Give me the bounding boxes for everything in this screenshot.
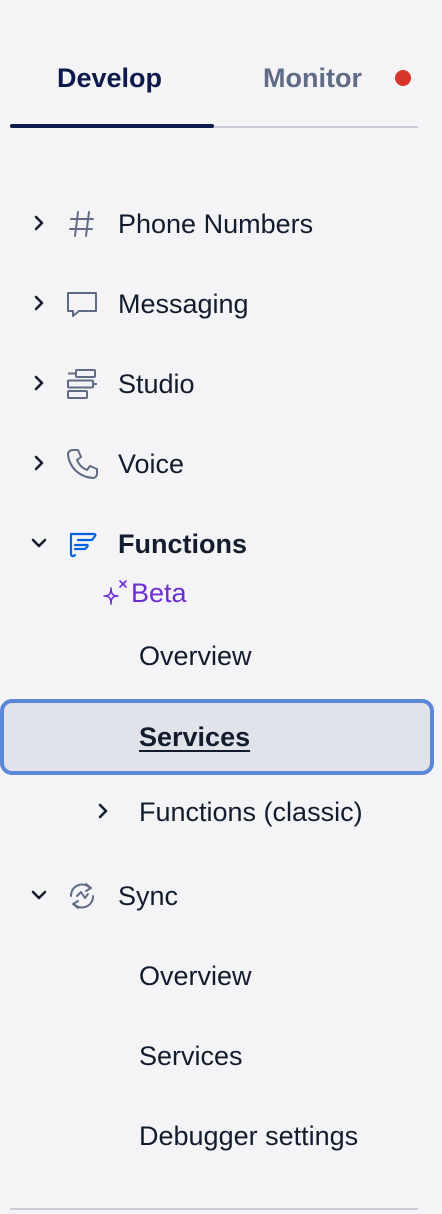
- nav-item-messaging[interactable]: Messaging: [0, 278, 442, 330]
- nav-subitem-functions-services[interactable]: Services: [0, 699, 434, 775]
- sync-icon: [64, 878, 100, 914]
- nav-item-voice[interactable]: Voice: [0, 438, 442, 490]
- chevron-right-icon[interactable]: [28, 292, 50, 314]
- notification-dot: [395, 70, 411, 86]
- hash-icon: [64, 206, 100, 242]
- nav-label-voice: Voice: [118, 449, 185, 479]
- chevron-right-icon[interactable]: [92, 800, 114, 822]
- chevron-right-icon[interactable]: [28, 212, 50, 234]
- nav-subitem-sync-debugger-settings[interactable]: Debugger settings: [0, 1110, 442, 1162]
- nav-label-sync-services: Services: [139, 1041, 243, 1071]
- nav-label-phone-numbers: Phone Numbers: [118, 209, 314, 239]
- nav-label-functions-services: Services: [139, 722, 251, 752]
- nav-label-sync: Sync: [118, 881, 179, 911]
- nav-label-sync-overview: Overview: [139, 961, 252, 991]
- nav-label-sync-debugger-settings: Debugger settings: [139, 1121, 359, 1151]
- sidebar: Develop Monitor Phone Numbers Messaging: [0, 0, 442, 1214]
- nav-item-functions[interactable]: Functions: [0, 518, 442, 570]
- sparkle-icon: [103, 580, 127, 605]
- beta-label: Beta: [131, 578, 187, 608]
- nav-label-studio: Studio: [118, 369, 195, 399]
- chevron-down-icon[interactable]: [28, 884, 50, 906]
- nav-item-phone-numbers[interactable]: Phone Numbers: [0, 198, 442, 250]
- nav-item-sync[interactable]: Sync: [0, 870, 442, 922]
- chevron-right-icon[interactable]: [28, 372, 50, 394]
- nav-subitem-sync-overview[interactable]: Overview: [0, 950, 442, 1002]
- nav-subitem-functions-classic[interactable]: Functions (classic): [0, 786, 442, 838]
- tab-develop[interactable]: Develop: [57, 60, 162, 96]
- tab-bar: Develop Monitor: [10, 0, 418, 128]
- nav-subitem-functions-overview[interactable]: Overview: [0, 630, 442, 682]
- nav-subitem-sync-services[interactable]: Services: [0, 1030, 442, 1082]
- tab-monitor[interactable]: Monitor: [263, 60, 362, 96]
- studio-flow-icon: [64, 366, 100, 402]
- nav-label-functions: Functions: [118, 529, 247, 559]
- nav-item-studio[interactable]: Studio: [0, 358, 442, 410]
- divider: [10, 1208, 418, 1210]
- chevron-down-icon[interactable]: [28, 532, 50, 554]
- nav-label-messaging: Messaging: [118, 289, 249, 319]
- active-tab-indicator: [10, 124, 214, 128]
- chat-bubble-icon: [64, 286, 100, 322]
- phone-icon: [64, 446, 100, 482]
- nav-label-functions-overview: Overview: [139, 641, 252, 671]
- chevron-right-icon[interactable]: [28, 452, 50, 474]
- functions-icon: [64, 526, 100, 562]
- nav-label-functions-classic: Functions (classic): [139, 797, 363, 827]
